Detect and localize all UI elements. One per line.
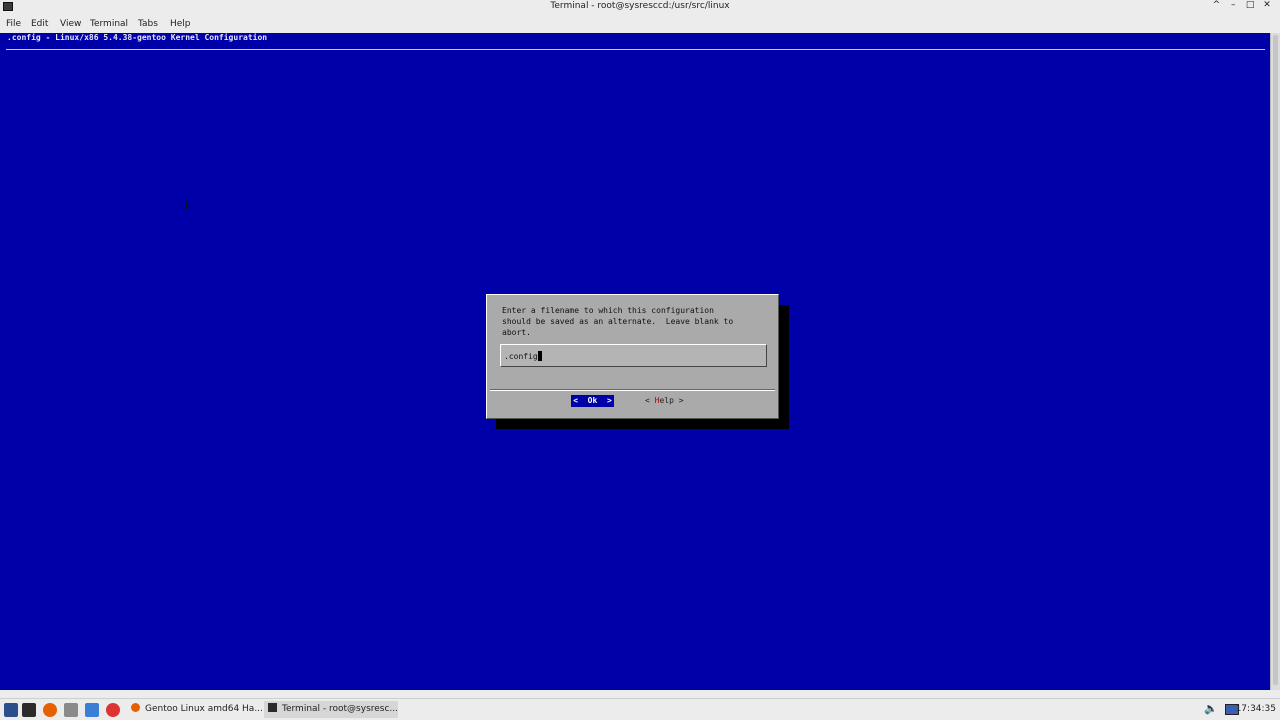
dialog-message-line: should be saved as an alternate. Leave b… — [502, 317, 734, 326]
terminal-scrollbar[interactable] — [1270, 33, 1280, 690]
task-firefox[interactable]: Gentoo Linux amd64 Ha... — [131, 701, 263, 718]
menuconfig-header: .config - Linux/x86 5.4.38-gentoo Kernel… — [7, 33, 268, 42]
ok-button[interactable]: < Ok > — [571, 395, 614, 407]
dialog-message-line: abort. — [502, 328, 531, 337]
menu-view[interactable]: View — [60, 19, 81, 29]
volume-icon[interactable]: 🔈 — [1204, 702, 1218, 715]
task-label: Terminal - root@sysresc... — [282, 704, 398, 714]
firefox-icon[interactable] — [43, 703, 57, 717]
window-title: Terminal - root@sysresccd:/usr/src/linux — [550, 1, 730, 11]
terminal-icon — [268, 703, 277, 712]
dialog-separator — [490, 389, 775, 391]
dialog-message-line: Enter a filename to which this configura… — [502, 306, 714, 315]
shade-button[interactable]: ^ — [1209, 0, 1223, 10]
dialog-message: Enter a filename to which this configura… — [502, 305, 767, 338]
close-button[interactable]: ✕ — [1260, 0, 1274, 10]
firefox-icon — [131, 703, 140, 712]
menu-terminal[interactable]: Terminal — [90, 19, 128, 29]
help-button-rest: elp > — [659, 396, 684, 405]
taskbar: Gentoo Linux amd64 Ha... Terminal - root… — [0, 698, 1280, 720]
file-manager-icon[interactable] — [64, 703, 78, 717]
task-label: Gentoo Linux amd64 Ha... — [145, 704, 263, 714]
app-menu-icon[interactable] — [4, 703, 18, 717]
menu-help[interactable]: Help — [170, 19, 191, 29]
menu-edit[interactable]: Edit — [31, 19, 48, 29]
window-controls: ^ – □ ✕ — [1209, 0, 1274, 10]
save-as-dialog: Enter a filename to which this configura… — [486, 294, 779, 419]
menu-tabs[interactable]: Tabs — [138, 19, 158, 29]
text-editor-icon[interactable] — [85, 703, 99, 717]
help-lifebuoy-icon[interactable] — [106, 703, 120, 717]
text-cursor-icon: I — [183, 199, 191, 213]
filename-input[interactable]: .config — [500, 344, 767, 367]
menu-file[interactable]: File — [6, 19, 21, 29]
terminal-launcher-icon[interactable] — [22, 703, 36, 717]
window-titlebar[interactable]: Terminal - root@sysresccd:/usr/src/linux… — [0, 0, 1280, 14]
scrollbar-thumb[interactable] — [1273, 35, 1278, 685]
menu-bar: File Edit View Terminal Tabs Help — [0, 15, 1280, 33]
minimize-button[interactable]: – — [1226, 0, 1240, 10]
text-cursor — [537, 351, 542, 361]
help-button-prefix: < — [645, 396, 655, 405]
terminal-screen[interactable]: .config - Linux/x86 5.4.38-gentoo Kernel… — [0, 33, 1270, 690]
task-terminal[interactable]: Terminal - root@sysresc... — [264, 701, 398, 718]
maximize-button[interactable]: □ — [1243, 0, 1257, 10]
clock[interactable]: 17:34:35 — [1236, 704, 1276, 714]
header-rule — [6, 49, 1265, 50]
filename-value: .config — [504, 352, 538, 361]
help-button[interactable]: < Help > — [645, 395, 684, 407]
